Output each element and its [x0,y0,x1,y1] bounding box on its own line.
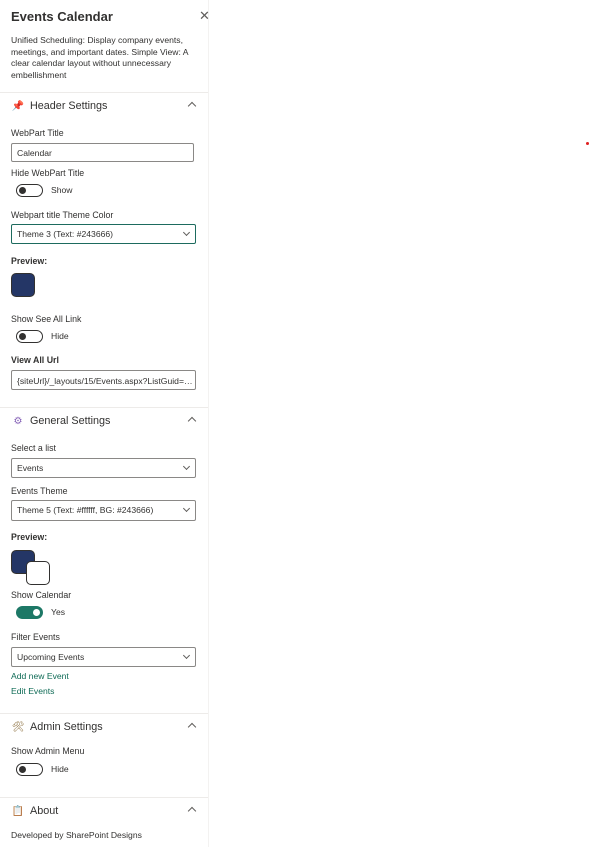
chevron-down-icon [182,651,191,660]
developer-credit: Developed by SharePoint Designs [11,830,142,840]
show-admin-menu-state: Hide [51,764,69,774]
events-theme-label: Events Theme [11,486,68,496]
admin-settings-label: Admin Settings [30,721,103,733]
webpart-title-input[interactable]: Calendar [11,143,194,162]
view-all-url-input[interactable]: {siteUrl}/_layouts/15/Events.aspx?ListGu… [11,370,196,390]
property-pane: Events Calendar ✕ Unified Scheduling: Di… [0,0,210,847]
events-preview-label: Preview: [11,532,48,542]
edit-events-link[interactable]: Edit Events [11,686,54,696]
events-preview-text-swatch [26,561,50,585]
chevron-up-icon [187,101,197,111]
pushpin-icon: 📌 [11,101,25,112]
webpart-title-label: WebPart Title [11,128,64,138]
admin-settings-section-toggle[interactable]: 🛠 Admin Settings [11,720,197,736]
show-see-all-toggle[interactable] [16,330,43,343]
show-see-all-label: Show See All Link [11,314,82,324]
show-calendar-label: Show Calendar [11,590,72,600]
show-calendar-state: Yes [51,607,66,617]
gear-icon: ⚙ [13,416,23,427]
header-settings-label: Header Settings [30,100,108,112]
chevron-up-icon [187,416,197,426]
title-theme-color-value: Theme 3 (Text: #243666) [17,229,114,239]
add-new-event-link[interactable]: Add new Event [11,671,69,681]
filter-events-value: Upcoming Events [17,652,85,662]
filter-events-label: Filter Events [11,632,60,642]
about-label: About [30,805,59,817]
view-all-url-label: View All Url [11,355,59,365]
filter-events-dropdown[interactable]: Upcoming Events [11,647,196,667]
show-admin-menu-label: Show Admin Menu [11,746,85,756]
clipboard-icon: 📋 [11,806,25,817]
chevron-up-icon [187,722,197,732]
divider [0,407,208,408]
select-list-value: Events [17,463,44,473]
events-theme-dropdown[interactable]: Theme 5 (Text: #ffffff, BG: #243666) [11,500,196,521]
chevron-down-icon [182,504,191,513]
general-settings-label: General Settings [30,415,111,427]
title-theme-color-dropdown[interactable]: Theme 3 (Text: #243666) [11,224,196,244]
chevron-down-icon [182,228,191,237]
panel-description: Unified Scheduling: Display company even… [11,35,189,80]
header-preview-label: Preview: [11,256,48,266]
header-settings-section-toggle[interactable]: 📌 Header Settings [11,99,197,115]
select-list-label: Select a list [11,443,56,453]
tools-icon: 🛠 [11,722,25,733]
chevron-down-icon [182,462,191,471]
select-list-dropdown[interactable]: Events [11,458,196,478]
hide-webpart-title-state: Show [51,185,73,195]
divider [0,713,208,714]
show-calendar-toggle[interactable] [16,606,43,619]
panel-title: Events Calendar [11,9,113,24]
header-preview-swatch [11,273,35,297]
hide-webpart-title-label: Hide WebPart Title [11,168,85,178]
close-icon[interactable]: ✕ [199,9,210,23]
divider [0,92,208,93]
show-see-all-state: Hide [51,331,69,341]
events-theme-value: Theme 5 (Text: #ffffff, BG: #243666) [17,505,154,515]
cursor-dot [586,142,589,145]
general-settings-section-toggle[interactable]: ⚙ General Settings [11,414,197,430]
show-admin-menu-toggle[interactable] [16,763,43,776]
chevron-up-icon [187,806,197,816]
title-theme-color-label: Webpart title Theme Color [11,210,114,220]
divider [0,797,208,798]
about-section-toggle[interactable]: 📋 About [11,804,197,820]
hide-webpart-title-toggle[interactable] [16,184,43,197]
